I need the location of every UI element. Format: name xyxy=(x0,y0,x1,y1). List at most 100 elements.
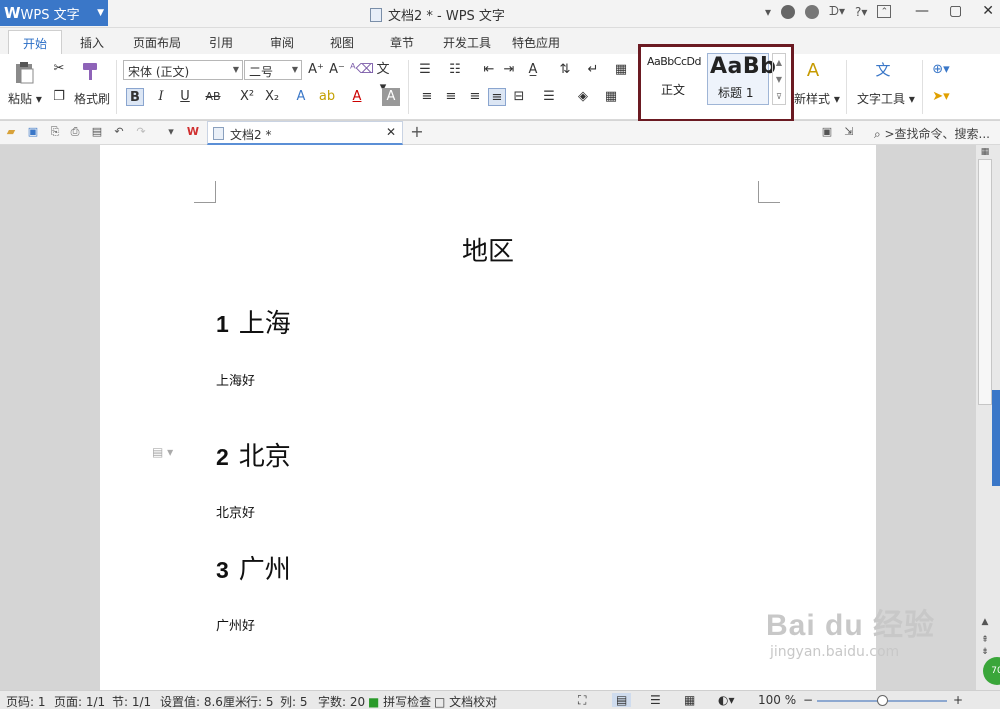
zoom-out-icon[interactable]: − xyxy=(803,693,813,707)
table-icon[interactable]: ▦ xyxy=(612,61,630,79)
text-effect-icon[interactable]: A xyxy=(292,88,310,106)
document-tab[interactable]: 文档2 * ✕ xyxy=(207,121,403,145)
font-name-select[interactable]: 宋体 (正文) ▼ xyxy=(123,60,243,80)
redo-icon[interactable]: ↷ xyxy=(134,125,148,139)
italic-icon[interactable]: I xyxy=(152,88,170,106)
zoom-value[interactable]: 100 % xyxy=(758,693,796,707)
shrink-font-icon[interactable]: A⁻ xyxy=(328,61,346,79)
superscript-icon[interactable]: X² xyxy=(238,88,256,106)
align-left-icon[interactable]: ≡ xyxy=(418,88,436,106)
status-word-count[interactable]: 字数: 20 xyxy=(318,693,365,709)
select-icon[interactable]: ➤▾ xyxy=(932,88,950,106)
line-spacing-icon[interactable]: ☰ xyxy=(540,88,558,106)
tab-review[interactable]: 审阅 xyxy=(270,34,294,51)
bold-icon[interactable]: B xyxy=(126,88,144,106)
close-icon[interactable]: ✕ xyxy=(386,125,396,139)
web-view-icon[interactable]: ▦ xyxy=(684,693,695,707)
new-style-label[interactable]: 新样式 ▾ xyxy=(794,90,840,107)
phonetic-icon[interactable]: 文▾ xyxy=(374,61,392,95)
text-tools-label[interactable]: 文字工具 ▾ xyxy=(857,90,915,107)
zoom-slider[interactable] xyxy=(817,695,947,706)
document-page[interactable]: 地区 1 上海 上海好 ▤ ▾ 2 北京 北京好 3 广州 广州好 xyxy=(100,145,876,690)
collapse-ribbon-icon[interactable]: ⌃ xyxy=(877,5,892,18)
cut-icon[interactable]: ✂ xyxy=(50,60,68,78)
shading-icon[interactable]: ◈ xyxy=(574,88,592,106)
zoom-slider-knob[interactable] xyxy=(877,695,888,706)
heading-1-shanghai[interactable]: 1 上海 xyxy=(216,303,291,340)
grow-font-icon[interactable]: A⁺ xyxy=(307,61,325,79)
command-search[interactable]: ⌕ >查找命令、搜索... xyxy=(874,125,990,142)
print-preview-icon[interactable]: ▤ xyxy=(90,125,104,139)
heading-1-beijing[interactable]: 2 北京 xyxy=(216,436,291,473)
share-icon[interactable]: ᗪ▾ xyxy=(829,4,845,19)
spell-check-toggle[interactable]: ■ 拼写检查 xyxy=(368,693,431,709)
sort-icon[interactable]: ⇅ xyxy=(556,61,574,79)
paragraph-beijing[interactable]: 北京好 xyxy=(216,502,255,521)
heading-1-guangzhou[interactable]: 3 广州 xyxy=(216,549,291,586)
numbering-icon[interactable]: ☷ xyxy=(446,61,464,79)
pin-icon[interactable]: ⇲ xyxy=(842,125,856,139)
previous-page-icon[interactable]: ⇞ xyxy=(978,635,992,645)
underline-icon[interactable]: U xyxy=(176,88,194,106)
paste-label[interactable]: 粘贴 ▾ xyxy=(8,90,42,107)
wps-w-icon[interactable]: W xyxy=(186,125,200,139)
open-folder-icon[interactable]: ▰ xyxy=(4,125,18,139)
window-mode-icon[interactable]: ▣ xyxy=(820,125,834,139)
wps-app-menu-button[interactable]: W WPS 文字 ▼ xyxy=(0,0,108,26)
ruler-toggle-icon[interactable]: ▦ xyxy=(978,147,992,157)
bullets-icon[interactable]: ☰ xyxy=(416,61,434,79)
paste-button[interactable] xyxy=(12,60,38,84)
align-right-icon[interactable]: ≡ xyxy=(466,88,484,106)
copy-icon[interactable]: ❐ xyxy=(50,88,68,106)
close-icon[interactable]: ✕ xyxy=(982,3,994,19)
chevron-up-icon[interactable]: ▲ xyxy=(978,617,992,627)
tab-special[interactable]: 特色应用 xyxy=(512,34,560,51)
format-painter-label[interactable]: 格式刷 xyxy=(74,90,110,107)
minimize-icon[interactable]: — xyxy=(915,3,929,19)
tab-home[interactable]: 开始 xyxy=(8,30,63,54)
paragraph-guangzhou[interactable]: 广州好 xyxy=(216,615,255,634)
new-style-icon[interactable]: A xyxy=(804,62,822,80)
borders-icon[interactable]: ▦ xyxy=(602,88,620,106)
clear-format-icon[interactable]: ᴬ⌫ xyxy=(350,61,374,79)
tab-references[interactable]: 引用 xyxy=(209,34,233,51)
page-view-icon[interactable]: ▤ xyxy=(612,693,632,707)
save-icon[interactable]: ▣ xyxy=(26,125,40,139)
subscript-icon[interactable]: X₂ xyxy=(263,88,281,106)
show-marks-icon[interactable]: ↵ xyxy=(584,61,602,79)
doc-check-toggle[interactable]: □ 文档校对 xyxy=(434,693,497,709)
chevron-up-icon[interactable]: ▲ xyxy=(773,54,785,71)
find-replace-icon[interactable]: ⊕▾ xyxy=(932,61,950,79)
tab-page-layout[interactable]: 页面布局 xyxy=(133,34,181,51)
maximize-icon[interactable]: ▢ xyxy=(949,3,962,19)
chinese-layout-icon[interactable]: A̲ xyxy=(524,61,542,79)
tab-chapter[interactable]: 章节 xyxy=(390,34,414,51)
settings-icon[interactable] xyxy=(805,4,820,19)
eye-protect-icon[interactable]: ◐▾ xyxy=(718,693,735,707)
tab-view[interactable]: 视图 xyxy=(330,34,354,51)
align-center-icon[interactable]: ≡ xyxy=(442,88,460,106)
expand-icon[interactable]: ⊽ xyxy=(773,88,785,105)
customize-icon[interactable]: ▾ xyxy=(164,125,178,139)
increase-indent-icon[interactable]: ⇥ xyxy=(500,61,518,79)
font-color-icon[interactable]: A xyxy=(348,88,366,106)
format-painter-button[interactable] xyxy=(80,60,104,82)
style-normal[interactable]: AaBbCcDd 正文 xyxy=(647,55,707,105)
document-title[interactable]: 地区 xyxy=(100,231,876,268)
highlight-icon[interactable]: ab xyxy=(318,88,336,106)
decrease-indent-icon[interactable]: ⇤ xyxy=(480,61,498,79)
skin-icon[interactable] xyxy=(781,4,796,19)
text-tools-icon[interactable]: 文 xyxy=(874,61,892,79)
scroll-thumb[interactable] xyxy=(978,159,992,405)
tab-insert[interactable]: 插入 xyxy=(80,34,104,51)
paragraph-shanghai[interactable]: 上海好 xyxy=(216,370,255,389)
zoom-in-icon[interactable]: + xyxy=(953,693,963,707)
style-heading1[interactable]: AaBb 标题 1 xyxy=(707,53,776,105)
fullscreen-icon[interactable]: ⛶ xyxy=(578,693,586,708)
tab-developer[interactable]: 开发工具 xyxy=(443,34,491,51)
print-icon[interactable]: ⎙ xyxy=(68,125,82,139)
help-icon[interactable]: ?▾ xyxy=(855,5,867,19)
new-tab-icon[interactable]: + xyxy=(410,124,424,140)
paragraph-options-icon[interactable]: ▤ ▾ xyxy=(152,445,173,459)
next-page-icon[interactable]: ⇟ xyxy=(978,647,992,657)
